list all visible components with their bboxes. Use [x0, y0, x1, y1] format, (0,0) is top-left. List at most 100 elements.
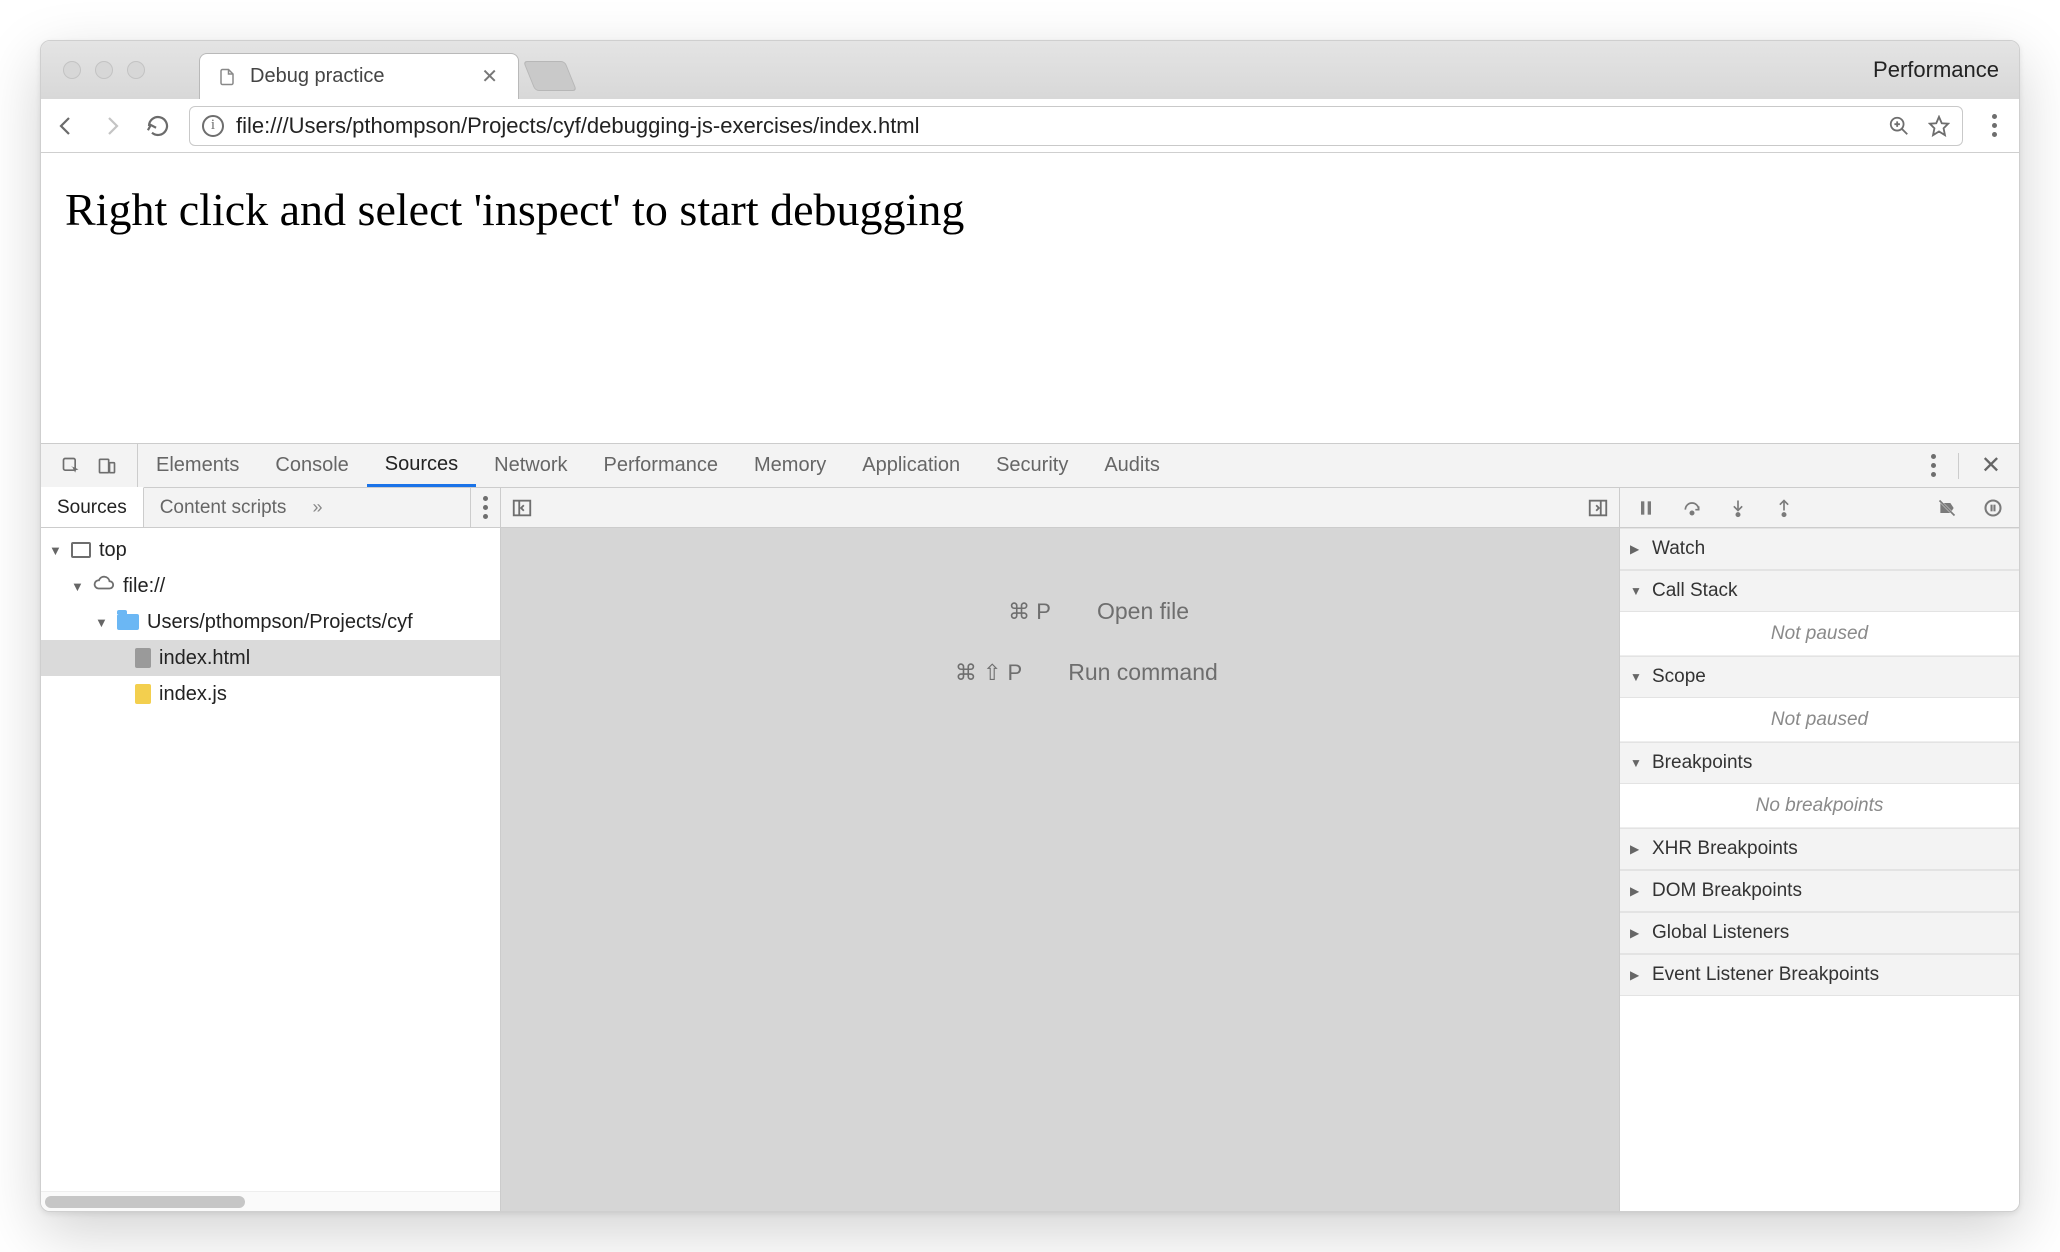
tab-security[interactable]: Security — [978, 444, 1086, 487]
shortcut-label: Open file — [1097, 598, 1189, 625]
url-text: file:///Users/pthompson/Projects/cyf/deb… — [236, 113, 920, 139]
tab-memory[interactable]: Memory — [736, 444, 844, 487]
section-dom-breakpoints[interactable]: ▶ DOM Breakpoints — [1620, 870, 2019, 912]
section-label: Scope — [1652, 666, 1706, 688]
section-label: DOM Breakpoints — [1652, 880, 1802, 902]
reload-button[interactable] — [143, 111, 173, 141]
deactivate-breakpoints-icon[interactable] — [1937, 498, 1957, 518]
hide-debugger-icon[interactable] — [1587, 497, 1609, 519]
section-label: Event Listener Breakpoints — [1652, 964, 1879, 986]
performance-menu[interactable]: Performance — [1873, 57, 2001, 83]
navigator-tab-content-scripts[interactable]: Content scripts — [144, 488, 303, 527]
separator — [1958, 453, 1959, 479]
tab-sources[interactable]: Sources — [367, 444, 476, 487]
nav-toolbar: i file:///Users/pthompson/Projects/cyf/d… — [41, 99, 2019, 153]
source-editor: ⌘ P Open file ⌘ ⇧ P Run command — [501, 488, 1619, 1211]
chevron-right-icon: ▶ — [1630, 926, 1644, 940]
horizontal-scrollbar[interactable] — [41, 1191, 500, 1211]
tree-origin[interactable]: ▼ file:// — [41, 568, 500, 604]
pause-on-exceptions-icon[interactable] — [1983, 498, 2003, 518]
tree-file-index-html[interactable]: index.html — [41, 640, 500, 676]
step-over-icon[interactable] — [1682, 498, 1702, 518]
hide-navigator-icon[interactable] — [511, 497, 533, 519]
devtools-settings-button[interactable] — [1931, 454, 1936, 477]
chevron-down-icon: ▼ — [1630, 670, 1644, 684]
hint-open-file: ⌘ P Open file — [931, 598, 1189, 625]
section-label: XHR Breakpoints — [1652, 838, 1798, 860]
section-global-listeners[interactable]: ▶ Global Listeners — [1620, 912, 2019, 954]
device-toolbar-icon[interactable] — [97, 456, 117, 476]
browser-menu-button[interactable] — [1979, 114, 2009, 137]
address-bar[interactable]: i file:///Users/pthompson/Projects/cyf/d… — [189, 106, 1963, 146]
navigator-tab-sources[interactable]: Sources — [41, 487, 144, 527]
file-icon — [218, 66, 236, 88]
section-xhr-breakpoints[interactable]: ▶ XHR Breakpoints — [1620, 828, 2019, 870]
tab-performance[interactable]: Performance — [586, 444, 737, 487]
new-tab-button[interactable] — [523, 61, 577, 91]
tree-file-index-js[interactable]: index.js — [41, 676, 500, 712]
document-icon — [135, 648, 151, 668]
navigator-more-tabs[interactable]: » — [302, 488, 332, 527]
tree-label: file:// — [123, 575, 165, 598]
tab-close-button[interactable]: ✕ — [477, 64, 502, 89]
site-info-icon[interactable]: i — [202, 115, 224, 137]
section-call-stack[interactable]: ▼ Call Stack — [1620, 570, 2019, 612]
tree-folder[interactable]: ▼ Users/pthompson/Projects/cyf — [41, 604, 500, 640]
disclosure-triangle-icon[interactable]: ▼ — [71, 579, 85, 594]
tree-label: index.js — [159, 683, 227, 706]
tab-title: Debug practice — [250, 65, 385, 88]
close-window-button[interactable] — [63, 61, 81, 79]
tree-label: index.html — [159, 647, 250, 670]
page-content: Right click and select 'inspect' to star… — [41, 153, 2019, 443]
chevron-down-icon: ▼ — [1630, 756, 1644, 770]
navigator-menu-button[interactable] — [470, 488, 500, 527]
tab-console[interactable]: Console — [257, 444, 366, 487]
breakpoints-empty: No breakpoints — [1620, 784, 2019, 828]
pause-icon[interactable] — [1636, 498, 1656, 518]
browser-window: Debug practice ✕ Performance i file:///U… — [40, 40, 2020, 1212]
tree-frame-top[interactable]: ▼ top — [41, 532, 500, 568]
section-breakpoints[interactable]: ▼ Breakpoints — [1620, 742, 2019, 784]
section-label: Watch — [1652, 538, 1705, 560]
page-heading: Right click and select 'inspect' to star… — [65, 184, 964, 235]
shortcut-keys: ⌘ P — [931, 599, 1051, 625]
scrollbar-thumb[interactable] — [45, 1196, 245, 1208]
shortcut-label: Run command — [1068, 659, 1218, 686]
step-out-icon[interactable] — [1774, 498, 1794, 518]
browser-tab[interactable]: Debug practice ✕ — [199, 53, 519, 99]
disclosure-triangle-icon[interactable]: ▼ — [49, 543, 63, 558]
minimize-window-button[interactable] — [95, 61, 113, 79]
folder-icon — [117, 614, 139, 630]
tree-label: top — [99, 539, 127, 562]
chevron-down-icon: ▼ — [1630, 584, 1644, 598]
section-label: Global Listeners — [1652, 922, 1789, 944]
tab-application[interactable]: Application — [844, 444, 978, 487]
call-stack-empty: Not paused — [1620, 612, 2019, 656]
disclosure-triangle-icon[interactable]: ▼ — [95, 615, 109, 630]
forward-button[interactable] — [97, 111, 127, 141]
tab-strip: Debug practice ✕ Performance — [41, 41, 2019, 99]
chevron-right-icon: ▶ — [1630, 542, 1644, 556]
devtools-close-button[interactable]: ✕ — [1981, 451, 2001, 480]
tab-elements[interactable]: Elements — [138, 444, 257, 487]
bookmark-star-icon[interactable] — [1928, 115, 1950, 137]
maximize-window-button[interactable] — [127, 61, 145, 79]
tab-audits[interactable]: Audits — [1086, 444, 1178, 487]
section-watch[interactable]: ▶ Watch — [1620, 528, 2019, 570]
back-button[interactable] — [51, 111, 81, 141]
tab-network[interactable]: Network — [476, 444, 585, 487]
chevron-right-icon: ▶ — [1630, 884, 1644, 898]
scope-empty: Not paused — [1620, 698, 2019, 742]
section-label: Call Stack — [1652, 580, 1738, 602]
section-event-listener-breakpoints[interactable]: ▶ Event Listener Breakpoints — [1620, 954, 2019, 996]
section-scope[interactable]: ▼ Scope — [1620, 656, 2019, 698]
inspect-element-icon[interactable] — [61, 456, 81, 476]
tree-label: Users/pthompson/Projects/cyf — [147, 611, 413, 634]
zoom-icon[interactable] — [1888, 115, 1910, 137]
hint-run-command: ⌘ ⇧ P Run command — [902, 659, 1218, 686]
devtools-inspect-group — [41, 444, 138, 487]
debugger-controls — [1620, 488, 2019, 528]
devtools-tabs: Elements Console Sources Network Perform… — [41, 444, 2019, 488]
step-into-icon[interactable] — [1728, 498, 1748, 518]
chevron-right-icon: ▶ — [1630, 968, 1644, 982]
